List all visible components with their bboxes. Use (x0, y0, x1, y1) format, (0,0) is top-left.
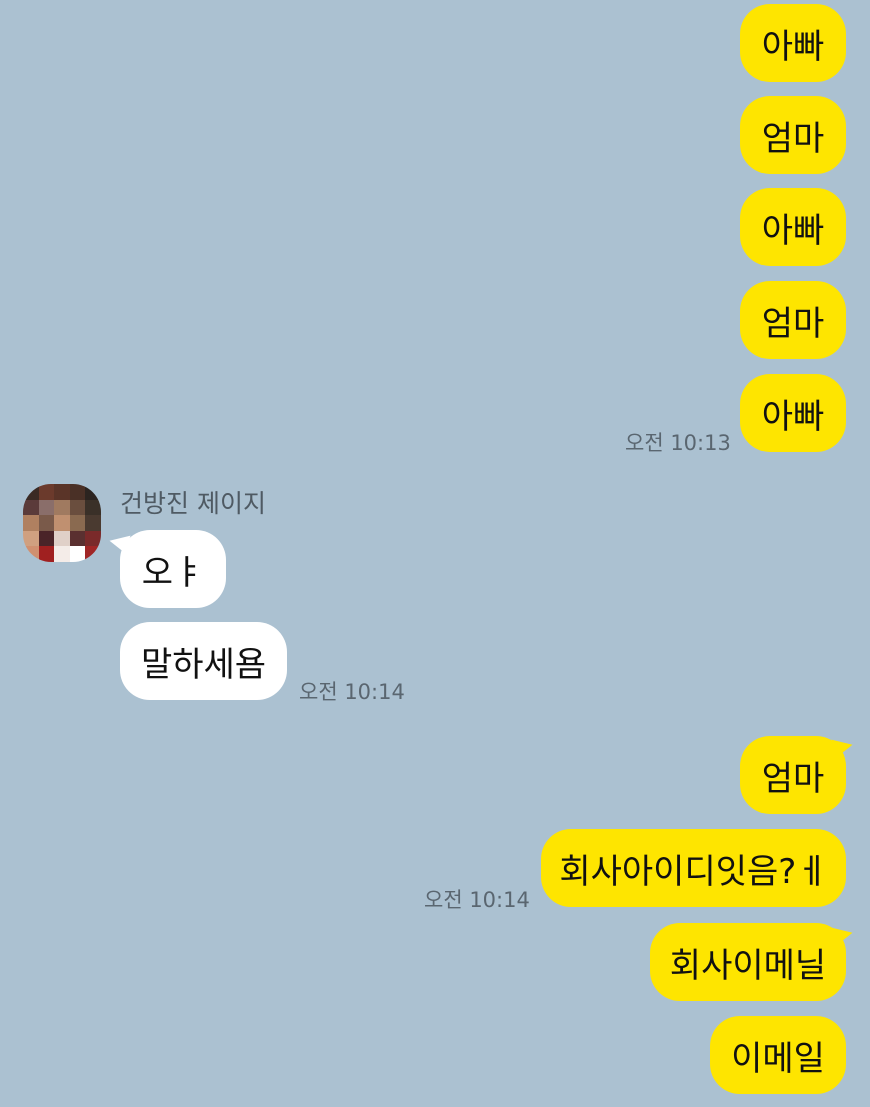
avatar-pixel (23, 484, 39, 500)
chat-screen: { "messages": { "m1": "아빠", "m2": "엄마", … (0, 0, 870, 1107)
outgoing-message-1[interactable]: 아빠 (740, 4, 846, 82)
avatar-pixel (54, 499, 70, 516)
timestamp: 오전 10:14 (424, 888, 530, 912)
profile-avatar-icon[interactable] (23, 484, 101, 562)
outgoing-message-8[interactable]: 회사이메닐 (650, 923, 846, 1001)
avatar-pixel (69, 546, 86, 562)
avatar-pixel (23, 515, 39, 531)
avatar-pixel (54, 484, 70, 500)
avatar-pixel (38, 530, 55, 547)
outgoing-message-6[interactable]: 엄마 (740, 736, 846, 814)
avatar-pixel (69, 484, 86, 500)
incoming-message-1[interactable]: 오ㅑ (120, 530, 226, 608)
avatar-pixel (69, 530, 86, 547)
avatar-pixel (23, 530, 39, 547)
avatar-pixel (85, 484, 101, 500)
outgoing-message-9[interactable]: 이메일 (710, 1016, 846, 1094)
incoming-message-2[interactable]: 말하세욤 (120, 622, 287, 700)
avatar-pixel (38, 515, 55, 531)
avatar-pixel (85, 499, 101, 516)
outgoing-message-7[interactable]: 회사아이디잇음?ㅔ (541, 829, 846, 907)
avatar-pixel (54, 530, 70, 547)
avatar-pixel (38, 484, 55, 500)
avatar-pixel (85, 530, 101, 547)
avatar-pixel (85, 515, 101, 531)
outgoing-message-5[interactable]: 아빠 (740, 374, 846, 452)
timestamp: 오전 10:14 (299, 680, 405, 704)
avatar-pixel (38, 546, 55, 562)
timestamp: 오전 10:13 (625, 431, 731, 455)
avatar-pixel (54, 546, 70, 562)
outgoing-message-2[interactable]: 엄마 (740, 96, 846, 174)
outgoing-message-3[interactable]: 아빠 (740, 188, 846, 266)
outgoing-message-4[interactable]: 엄마 (740, 281, 846, 359)
sender-name: 건방진 제이지 (120, 489, 266, 518)
avatar-pixel (23, 499, 39, 516)
avatar-pixel (23, 546, 39, 562)
avatar-pixel (69, 499, 86, 516)
avatar-pixel (54, 515, 70, 531)
avatar-pixel (85, 546, 101, 562)
avatar-pixel (38, 499, 55, 516)
avatar-pixel (69, 515, 86, 531)
